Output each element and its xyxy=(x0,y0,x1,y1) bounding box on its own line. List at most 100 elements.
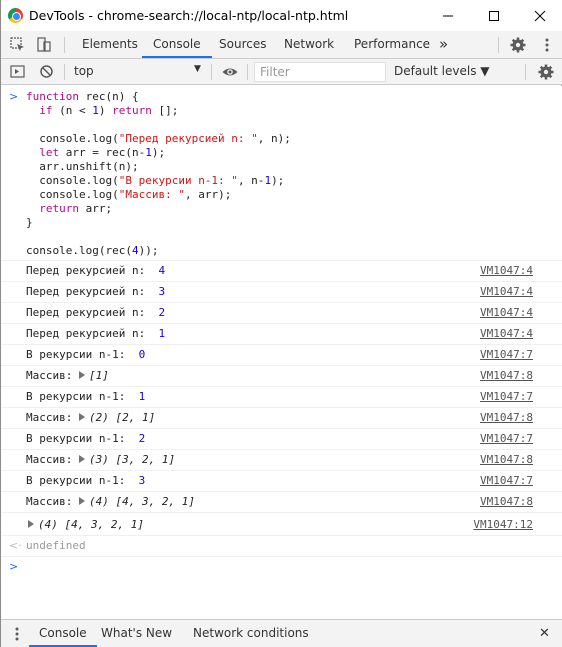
source-link[interactable]: VM1047:8 xyxy=(480,369,533,382)
code-line: } xyxy=(26,216,33,229)
expand-triangle-icon[interactable] xyxy=(78,413,85,421)
close-window-button[interactable] xyxy=(517,0,562,31)
clear-console-button[interactable] xyxy=(38,63,56,81)
source-link[interactable]: VM1047:8 xyxy=(480,411,533,424)
log-message: Массив: (3) [3, 2, 1] xyxy=(26,453,176,466)
context-selector[interactable]: top xyxy=(74,64,94,78)
log-message: Массив: [1] xyxy=(26,369,109,382)
log-row: В рекурсии n-1: 0 VM1047:7 xyxy=(1,344,562,365)
log-message: В рекурсии n-1: 3 xyxy=(26,474,146,487)
source-link[interactable]: VM1047:7 xyxy=(480,432,533,445)
expand-triangle-icon[interactable] xyxy=(78,497,85,505)
device-mode-icon xyxy=(37,37,51,52)
console-prompt[interactable]: > xyxy=(1,556,562,577)
return-row: <· undefined xyxy=(1,535,562,556)
toolbar-divider xyxy=(211,64,212,80)
log-message: Перед рекурсией n: 1 xyxy=(26,327,166,340)
drawer-toolbar: Console What's New Network conditions ✕ xyxy=(1,619,562,647)
source-link[interactable]: VM1047:8 xyxy=(480,453,533,466)
inspect-element-button[interactable] xyxy=(9,36,27,54)
customize-menu-button[interactable] xyxy=(538,36,556,54)
close-drawer-button[interactable]: ✕ xyxy=(539,620,550,647)
log-row: Массив: [1] VM1047:8 xyxy=(1,365,562,386)
code-line: if (n < 1) return []; xyxy=(26,104,179,117)
tab-elements[interactable]: Elements xyxy=(82,31,138,58)
log-row: В рекурсии n-1: 2 VM1047:7 xyxy=(1,428,562,449)
maximize-button[interactable] xyxy=(471,0,517,31)
log-message: В рекурсии n-1: 1 xyxy=(26,390,146,403)
return-value: undefined xyxy=(26,539,86,552)
toolbar-divider xyxy=(247,64,248,80)
kebab-menu-icon xyxy=(15,627,19,641)
source-link[interactable]: VM1047:8 xyxy=(480,495,533,508)
code-line: return arr; xyxy=(26,202,113,215)
chevron-down-icon: ▼ xyxy=(194,64,201,74)
block-icon xyxy=(40,65,53,78)
maximize-icon xyxy=(489,10,499,21)
kebab-menu-icon xyxy=(545,38,549,52)
tab-network[interactable]: Network xyxy=(284,31,334,58)
show-sidebar-button[interactable] xyxy=(9,63,27,81)
log-row: В рекурсии n-1: 1 VM1047:7 xyxy=(1,386,562,407)
tab-performance[interactable]: Performance xyxy=(354,31,430,58)
code-line: console.log("В рекурсии n-1: ", n-1); xyxy=(26,174,285,187)
code-line: arr.unshift(n); xyxy=(26,160,139,173)
log-row: Массив: (2) [2, 1] VM1047:8 xyxy=(1,407,562,428)
expand-triangle-icon[interactable] xyxy=(78,371,85,379)
input-prompt-icon: > xyxy=(9,560,19,573)
log-message: В рекурсии n-1: 2 xyxy=(26,432,146,445)
console-output[interactable]: > function rec(n) { if (n < 1) return []… xyxy=(1,86,562,619)
log-row: Перед рекурсией n: 1 VM1047:4 xyxy=(1,323,562,344)
toolbar-divider xyxy=(498,37,499,53)
log-row: (4) [4, 3, 2, 1] VM1047:12 xyxy=(1,512,562,535)
source-link[interactable]: VM1047:7 xyxy=(480,474,533,487)
log-row: Перед рекурсией n: 4 VM1047:4 xyxy=(1,260,562,281)
console-settings-button[interactable] xyxy=(537,63,555,81)
live-expression-button[interactable] xyxy=(221,63,239,81)
title-bar: DevTools - chrome-search://local-ntp/loc… xyxy=(1,0,562,31)
expand-triangle-icon[interactable] xyxy=(28,520,34,528)
code-line: console.log("Перед рекурсией n: ", n); xyxy=(26,132,291,145)
devtools-window: DevTools - chrome-search://local-ntp/loc… xyxy=(0,0,562,647)
console-toolbar: top ▼ Filter Default levels ▼ xyxy=(1,59,562,85)
source-link[interactable]: VM1047:4 xyxy=(480,285,533,298)
log-row: Перед рекурсией n: 2 VM1047:4 xyxy=(1,302,562,323)
drawer-tab-console[interactable]: Console xyxy=(29,620,97,647)
drawer-tab-whats-new[interactable]: What's New xyxy=(101,620,172,647)
source-link[interactable]: VM1047:12 xyxy=(473,518,533,531)
source-link[interactable]: VM1047:7 xyxy=(480,390,533,403)
close-icon xyxy=(534,10,546,21)
log-row: Перед рекурсией n: 3 VM1047:4 xyxy=(1,281,562,302)
log-message: (4) [4, 3, 2, 1] xyxy=(28,518,144,531)
source-link[interactable]: VM1047:4 xyxy=(480,306,533,319)
return-arrow-icon: <· xyxy=(9,539,22,552)
tab-sources[interactable]: Sources xyxy=(219,31,266,58)
minimize-button[interactable] xyxy=(425,0,471,31)
source-link[interactable]: VM1047:4 xyxy=(480,264,533,277)
drawer-menu-button[interactable] xyxy=(12,625,30,643)
chrome-logo-icon xyxy=(8,8,23,23)
settings-button[interactable] xyxy=(509,36,527,54)
log-levels-dropdown[interactable]: Default levels ▼ xyxy=(394,64,490,78)
more-tabs-button[interactable]: » xyxy=(439,31,448,58)
log-row: В рекурсии n-1: 3 VM1047:7 xyxy=(1,470,562,491)
sidebar-toggle-icon xyxy=(10,65,25,78)
log-message: Массив: (2) [2, 1] xyxy=(26,411,156,424)
code-line: console.log("Массив: ", arr); xyxy=(26,188,232,201)
log-row: Массив: (3) [3, 2, 1] VM1047:8 xyxy=(1,449,562,470)
expand-triangle-icon[interactable] xyxy=(78,455,85,463)
window-title: DevTools - chrome-search://local-ntp/loc… xyxy=(29,8,349,23)
source-link[interactable]: VM1047:7 xyxy=(480,348,533,361)
code-line: function rec(n) { xyxy=(26,90,139,103)
source-link[interactable]: VM1047:4 xyxy=(480,327,533,340)
filter-input[interactable]: Filter xyxy=(254,62,386,82)
log-row: Массив: (4) [4, 3, 2, 1] VM1047:8 xyxy=(1,491,562,512)
toolbar-divider xyxy=(64,37,65,53)
device-toolbar-button[interactable] xyxy=(35,36,53,54)
log-message: Массив: (4) [4, 3, 2, 1] xyxy=(26,495,195,508)
input-prompt-icon: > xyxy=(9,90,19,103)
toolbar-divider xyxy=(525,64,526,80)
drawer-tab-network-conditions[interactable]: Network conditions xyxy=(193,620,309,647)
tab-console[interactable]: Console xyxy=(142,31,212,58)
gear-icon xyxy=(510,37,526,53)
